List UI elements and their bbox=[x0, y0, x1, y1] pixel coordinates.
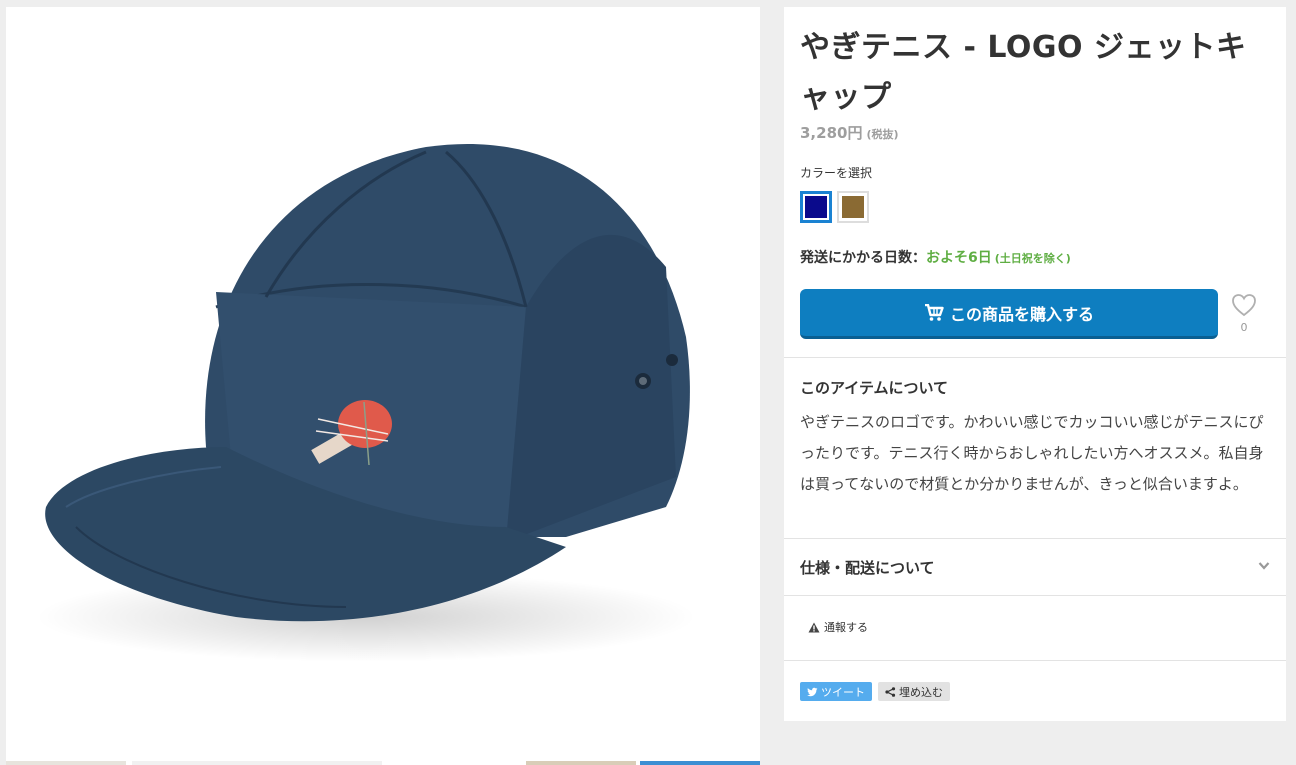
shipping-label: 発送にかかる日数： bbox=[800, 250, 926, 266]
swatch-fill bbox=[805, 196, 827, 218]
report-label: 通報する bbox=[824, 621, 868, 634]
tweet-label: ツイート bbox=[821, 685, 865, 699]
about-body: やぎテニスのロゴです。かわいい感じでカッコいい感じがテニスにぴったりです。テニス… bbox=[800, 413, 1264, 493]
product-image-cap[interactable] bbox=[6, 7, 760, 761]
heart-icon bbox=[1232, 294, 1256, 317]
divider bbox=[784, 660, 1286, 661]
swatch-fill bbox=[842, 196, 864, 218]
report-link[interactable]: 通報する bbox=[808, 619, 868, 635]
color-select-label: カラーを選択 bbox=[800, 166, 873, 180]
price-row: 3,280円 (税抜) bbox=[800, 122, 899, 143]
tax-note: (税抜) bbox=[866, 128, 899, 141]
product-info-panel: やぎテニス - LOGO ジェットキャップ 3,280円 (税抜) カラーを選択 … bbox=[784, 7, 1286, 721]
shipping-note: (土日祝を除く) bbox=[994, 252, 1071, 265]
favorite-button[interactable]: 0 bbox=[1229, 293, 1259, 334]
warning-icon bbox=[808, 622, 820, 632]
color-swatch-navy[interactable] bbox=[800, 191, 832, 223]
specs-accordion[interactable]: 仕様・配送について bbox=[784, 539, 1286, 595]
shipping-info: 発送にかかる日数：およそ6日 (土日祝を除く) bbox=[800, 247, 1071, 267]
favorite-count: 0 bbox=[1240, 321, 1248, 334]
embed-button[interactable]: 埋め込む bbox=[878, 682, 950, 701]
divider bbox=[784, 357, 1286, 358]
thumbnail[interactable] bbox=[132, 761, 382, 765]
chevron-down-icon bbox=[1258, 562, 1270, 570]
product-image-panel bbox=[6, 7, 760, 765]
color-swatches bbox=[800, 191, 869, 223]
specs-title: 仕様・配送について bbox=[800, 559, 935, 577]
tweet-button[interactable]: ツイート bbox=[800, 682, 872, 701]
twitter-icon bbox=[807, 687, 818, 696]
thumbnail-strip bbox=[6, 761, 760, 765]
share-row: ツイート 埋め込む bbox=[800, 682, 950, 701]
embed-label: 埋め込む bbox=[899, 685, 943, 699]
product-title: やぎテニス - LOGO ジェットキャップ bbox=[800, 30, 1247, 115]
about-title: このアイテムについて bbox=[800, 379, 949, 397]
product-price: 3,280円 bbox=[800, 124, 863, 142]
thumbnail-selected[interactable] bbox=[640, 761, 760, 765]
color-swatch-brown[interactable] bbox=[837, 191, 869, 223]
share-icon bbox=[885, 686, 896, 697]
thumbnail[interactable] bbox=[526, 761, 636, 765]
divider bbox=[784, 595, 1286, 596]
shipping-days: およそ6日 bbox=[926, 250, 992, 266]
thumbnail[interactable] bbox=[6, 761, 126, 765]
buy-button-label: この商品を購入する bbox=[949, 304, 1094, 324]
buy-button[interactable]: この商品を購入する bbox=[800, 289, 1218, 339]
cart-icon bbox=[924, 303, 944, 321]
